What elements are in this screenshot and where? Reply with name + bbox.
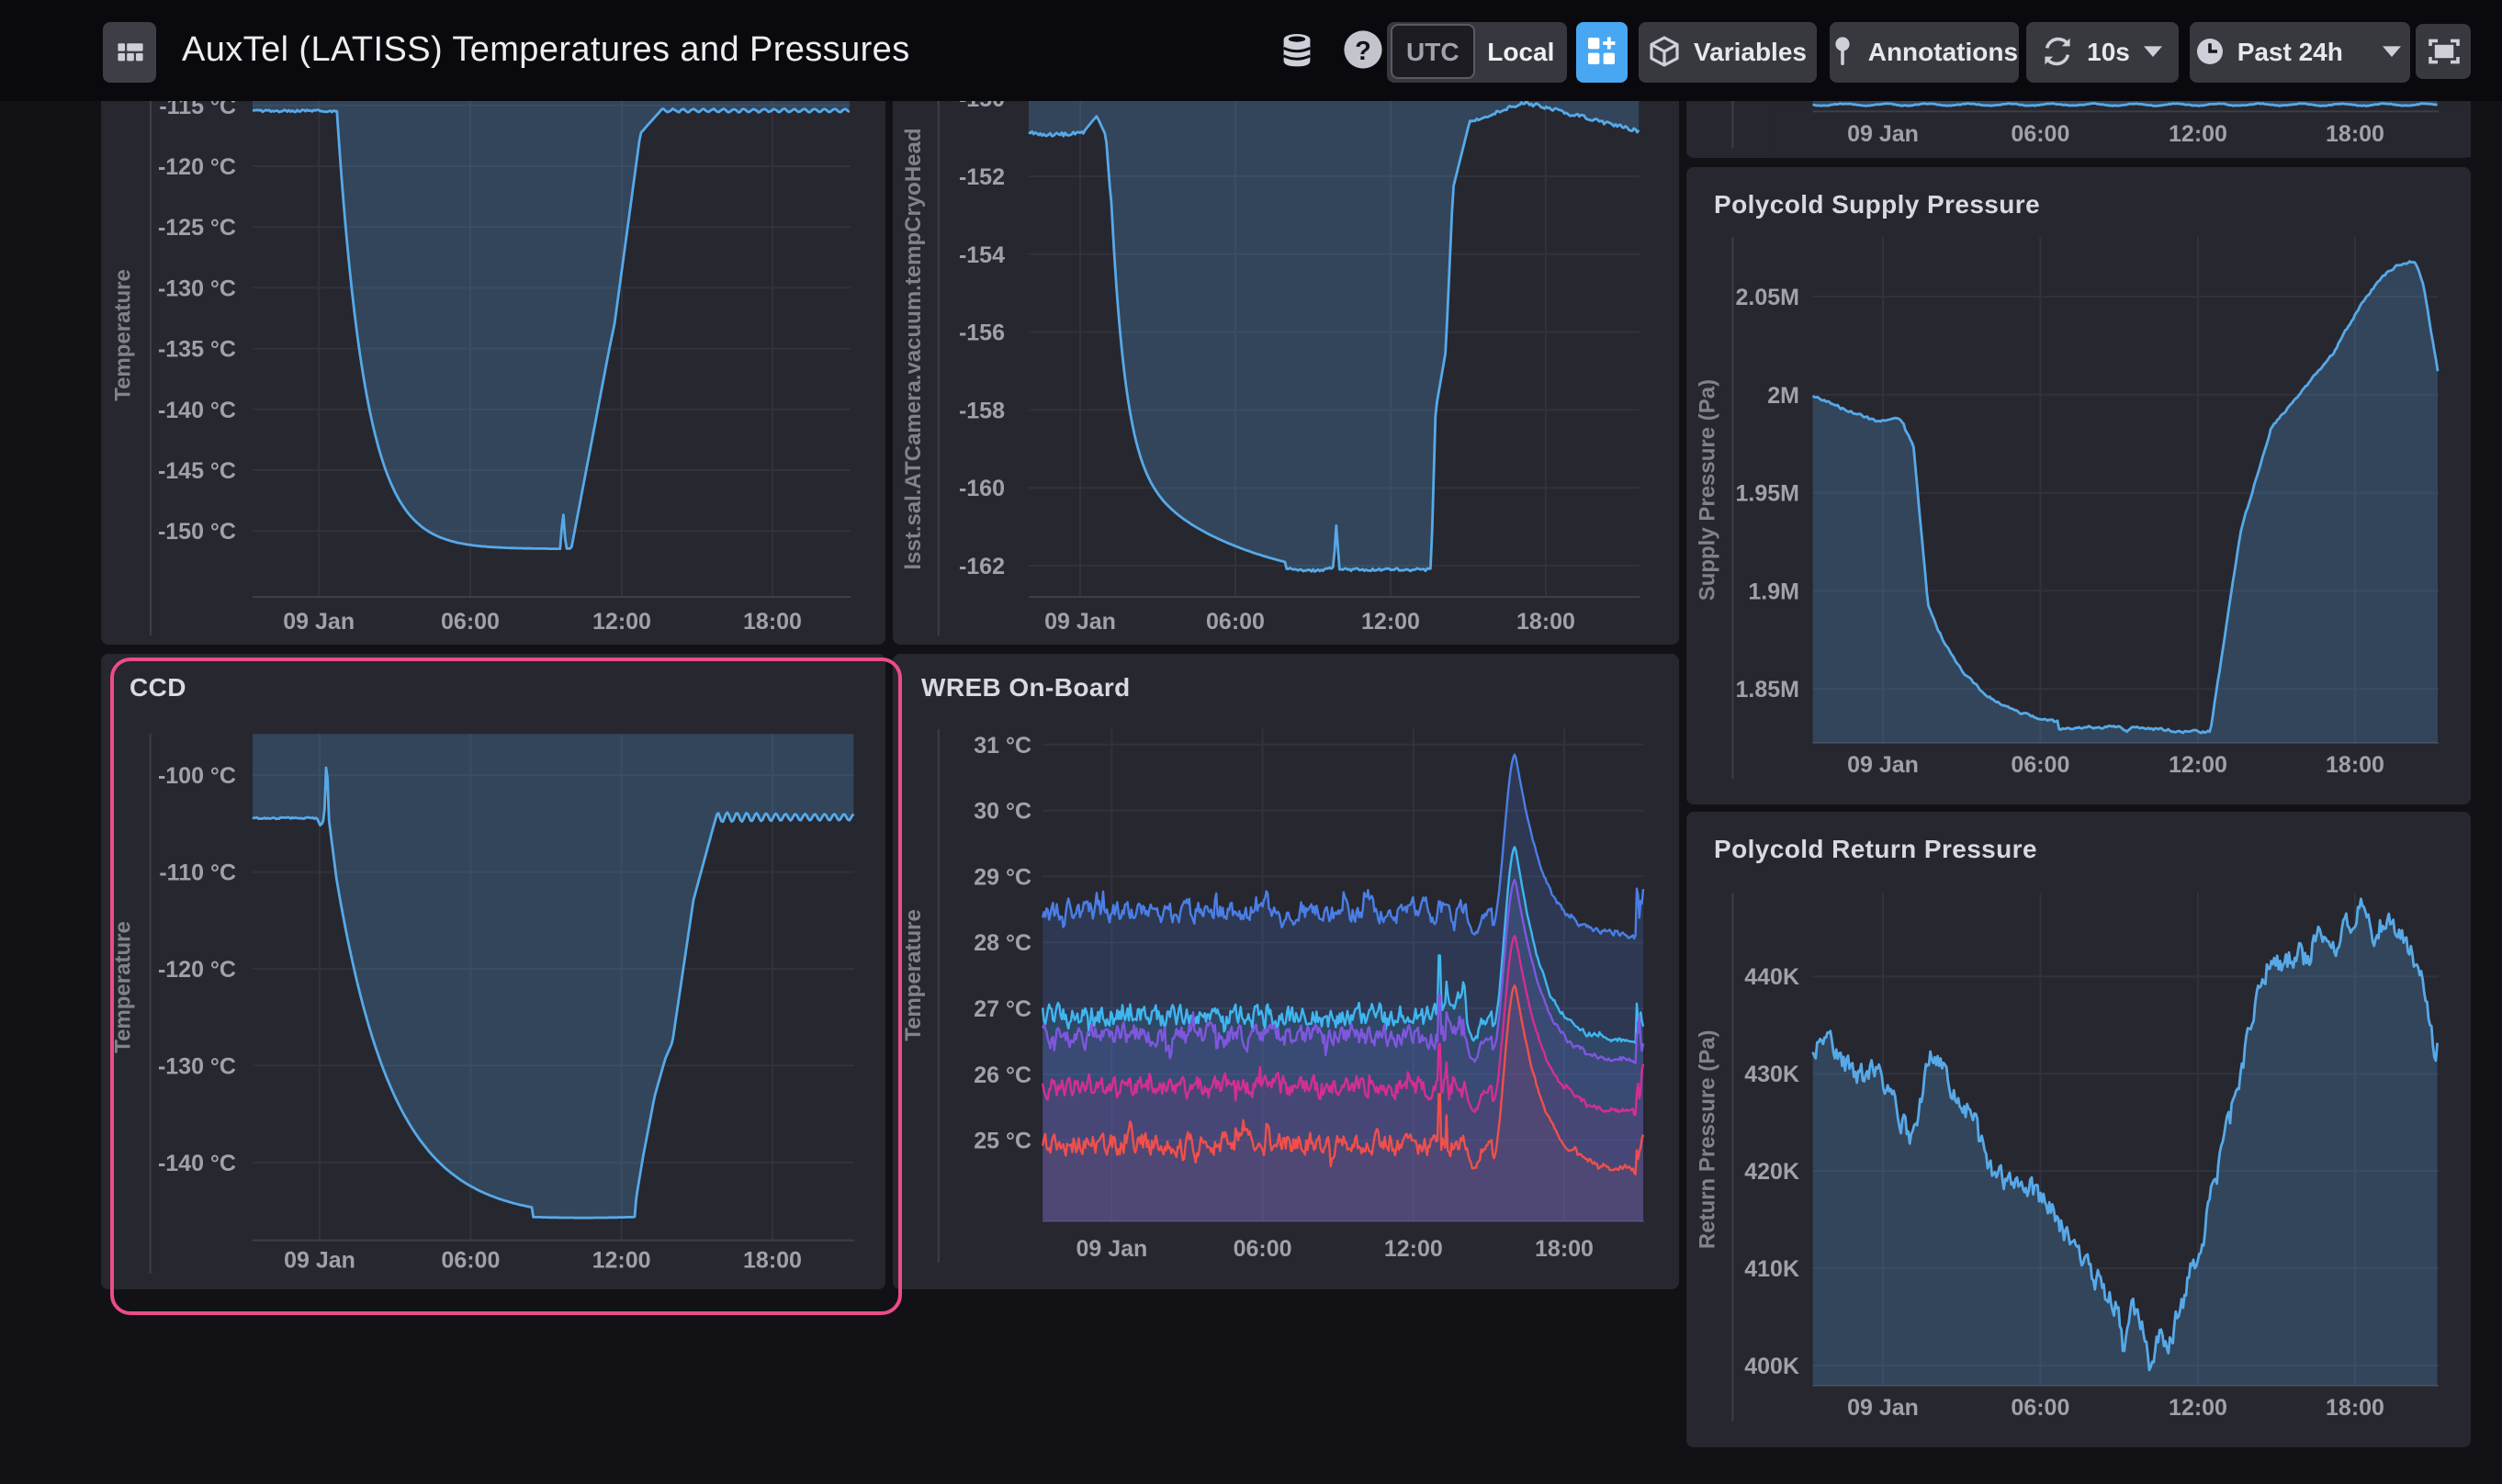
svg-text:18:00: 18:00 [2325,121,2384,147]
svg-text:06:00: 06:00 [2010,1395,2068,1421]
svg-text:-154: -154 [959,242,1005,268]
svg-text:06:00: 06:00 [1234,1235,1292,1261]
svg-text:-152: -152 [959,164,1005,190]
svg-text:-120 °C: -120 °C [158,154,236,180]
svg-text:30 °C: 30 °C [974,798,1031,824]
svg-text:1.95M: 1.95M [1735,481,1798,507]
svg-text:18:00: 18:00 [1535,1235,1594,1261]
svg-text:09 Jan: 09 Jan [1846,121,1918,147]
svg-text:Supply Pressure (Pa): Supply Pressure (Pa) [1695,379,1719,601]
svg-text:12:00: 12:00 [2168,121,2226,147]
svg-text:25 °C: 25 °C [974,1128,1031,1153]
svg-text:31 °C: 31 °C [974,732,1031,758]
svg-text:09 Jan: 09 Jan [1076,1235,1147,1261]
svg-text:?: ? [1355,37,1371,66]
svg-text:-140 °C: -140 °C [158,398,236,423]
svg-text:-125 °C: -125 °C [158,215,236,241]
svg-text:-162: -162 [959,554,1005,579]
svg-text:Temperature: Temperature [901,908,926,1040]
svg-text:09 Jan: 09 Jan [1044,609,1116,635]
svg-text:09 Jan: 09 Jan [283,609,355,635]
svg-text:Return Pressure (Pa): Return Pressure (Pa) [1695,1030,1719,1250]
svg-text:440K: 440K [1743,965,1798,991]
svg-text:18:00: 18:00 [2325,1395,2384,1421]
svg-text:1.85M: 1.85M [1735,677,1798,703]
svg-text:1.9M: 1.9M [1747,579,1798,604]
svg-text:06:00: 06:00 [2010,752,2068,778]
svg-text:09 Jan: 09 Jan [1846,752,1918,778]
svg-text:430K: 430K [1743,1062,1798,1088]
svg-text:28 °C: 28 °C [974,929,1031,955]
svg-text:12:00: 12:00 [1384,1235,1443,1261]
svg-text:27 °C: 27 °C [974,995,1031,1021]
svg-text:18:00: 18:00 [743,609,802,635]
svg-text:-145 °C: -145 °C [158,458,236,484]
svg-text:18:00: 18:00 [2325,752,2384,778]
svg-text:12:00: 12:00 [592,609,651,635]
svg-text:26 °C: 26 °C [974,1062,1031,1087]
svg-text:12:00: 12:00 [2168,1395,2226,1421]
svg-text:12:00: 12:00 [1361,609,1420,635]
svg-text:-135 °C: -135 °C [158,337,236,363]
svg-text:12:00: 12:00 [2168,752,2226,778]
svg-text:18:00: 18:00 [1516,609,1575,635]
svg-text:-160: -160 [959,476,1005,501]
svg-text:2.05M: 2.05M [1735,285,1798,310]
svg-text:-150 °C: -150 °C [158,519,236,545]
svg-text:29 °C: 29 °C [974,863,1031,889]
svg-text:lsst.sal.ATCamera.vacuum.tempC: lsst.sal.ATCamera.vacuum.tempCryoHead [901,128,926,569]
svg-text:06:00: 06:00 [441,609,500,635]
svg-text:400K: 400K [1743,1354,1798,1379]
svg-text:-130 °C: -130 °C [158,275,236,301]
svg-text:-156: -156 [959,320,1005,346]
svg-text:2M: 2M [1766,383,1798,409]
svg-text:06:00: 06:00 [2010,121,2068,147]
svg-text:410K: 410K [1743,1256,1798,1282]
svg-text:09 Jan: 09 Jan [1846,1395,1918,1421]
svg-text:420K: 420K [1743,1159,1798,1185]
svg-text:-158: -158 [959,398,1005,423]
svg-text:Temperature: Temperature [111,269,136,401]
svg-text:06:00: 06:00 [1206,609,1265,635]
